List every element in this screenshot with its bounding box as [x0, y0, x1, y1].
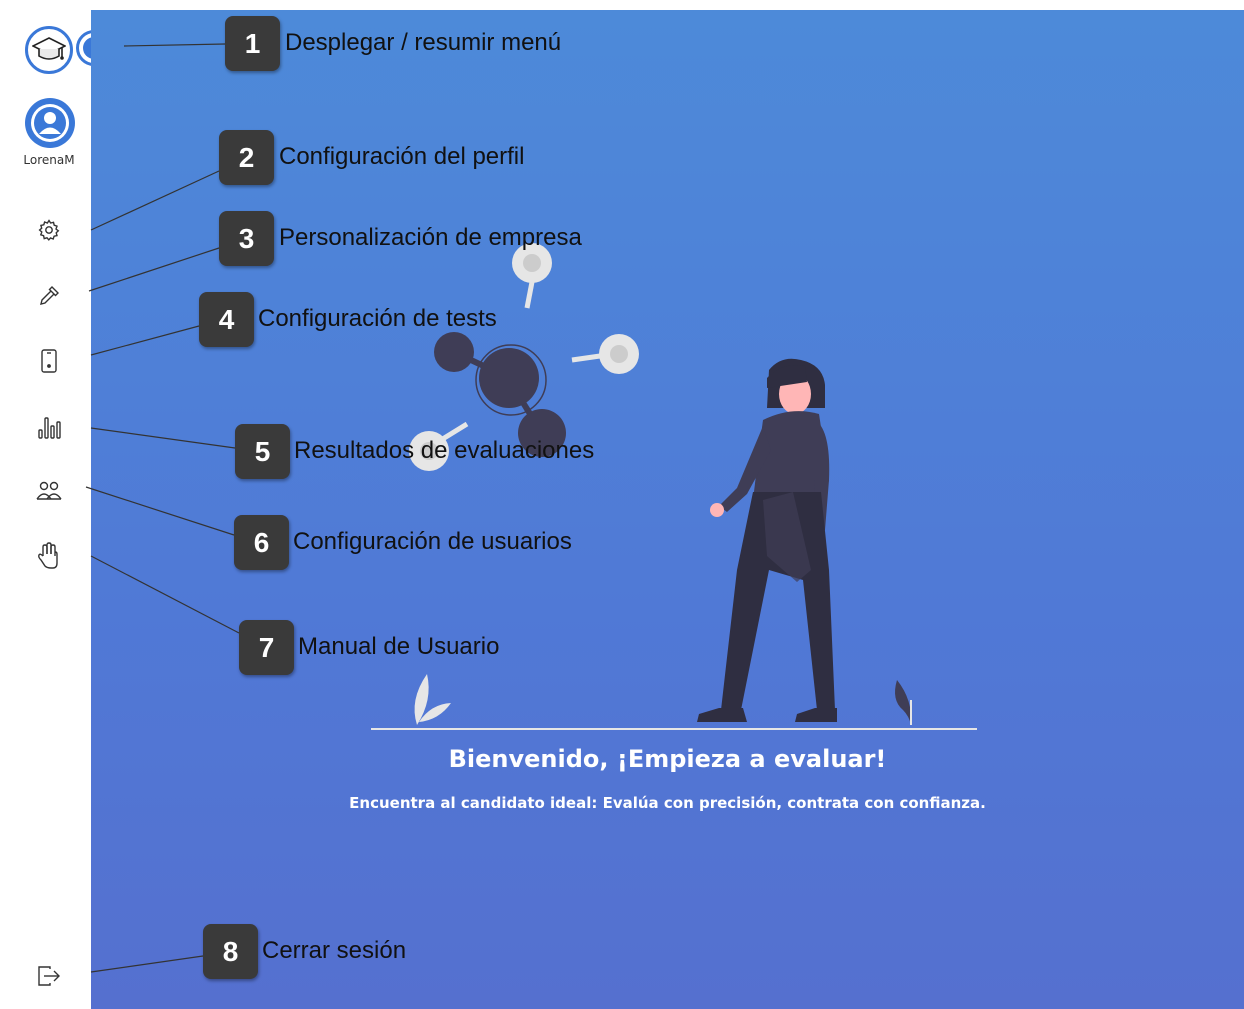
welcome-title: Bienvenido, ¡Empieza a evaluar!: [448, 745, 887, 773]
app-logo: [25, 26, 73, 74]
logout-icon: [38, 966, 60, 986]
nav-logout[interactable]: [35, 962, 63, 990]
profile-avatar[interactable]: [25, 98, 75, 148]
tablet-icon: [41, 349, 57, 373]
sidebar: LorenaM: [0, 0, 112, 1009]
users-icon: [36, 481, 62, 500]
welcome-subtitle: Encuentra al candidato ideal: Evalúa con…: [349, 794, 986, 812]
nav-tests[interactable]: [35, 347, 63, 375]
eyedropper-icon: [40, 286, 59, 305]
hand-icon: [38, 542, 58, 569]
graduation-cap-icon: [32, 37, 66, 60]
welcome-illustration: [371, 243, 977, 730]
nav-company[interactable]: [35, 282, 63, 310]
username-label: LorenaM: [23, 153, 75, 167]
nav-manual[interactable]: [35, 542, 63, 570]
nav-results[interactable]: [35, 413, 63, 441]
nav-settings[interactable]: [35, 216, 63, 244]
nav-users[interactable]: [35, 477, 63, 505]
main-content: Bienvenido, ¡Empieza a evaluar! Encuentr…: [91, 10, 1244, 1009]
user-avatar-icon: [31, 104, 69, 142]
bar-chart-icon: [38, 417, 61, 439]
gear-icon: [38, 219, 60, 241]
